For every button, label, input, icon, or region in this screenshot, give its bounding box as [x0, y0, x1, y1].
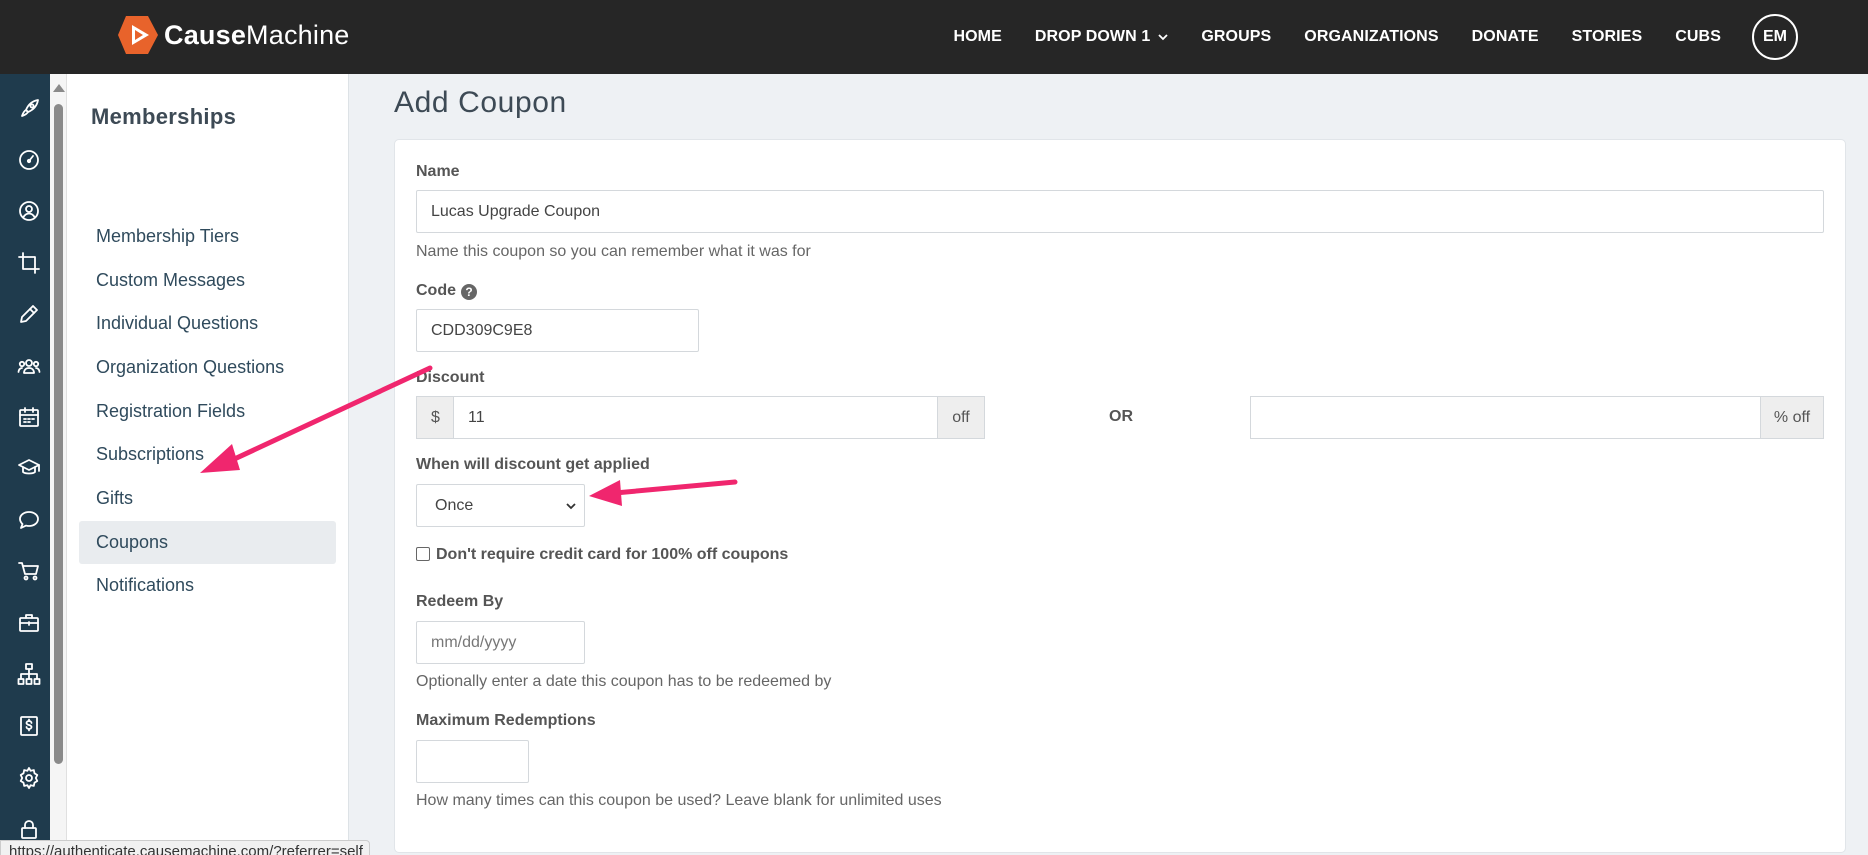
- discount-label: Discount: [416, 369, 485, 386]
- brand-logo[interactable]: CauseMachine: [118, 14, 350, 56]
- max-redemptions-help-text: How many times can this coupon be used? …: [416, 792, 942, 809]
- discount-amount-input[interactable]: 11: [453, 396, 938, 439]
- sidebar-item-subscriptions[interactable]: Subscriptions: [79, 433, 336, 476]
- scroll-up-arrow-icon[interactable]: [53, 84, 65, 92]
- apply-frequency-select[interactable]: Once: [416, 484, 585, 527]
- coupon-form-card: Name Lucas Upgrade Coupon Name this coup…: [394, 139, 1846, 853]
- percent-off-suffix: % off: [1760, 396, 1824, 439]
- redeem-by-date-input[interactable]: mm/dd/yyyy: [416, 621, 585, 664]
- nav-organizations[interactable]: ORGANIZATIONS: [1304, 28, 1438, 46]
- sidebar-item-custom-messages[interactable]: Custom Messages: [79, 259, 336, 302]
- main-nav: HOME DROP DOWN 1 GROUPS ORGANIZATIONS DO…: [953, 0, 1868, 74]
- sidebar-item-gifts[interactable]: Gifts: [79, 477, 336, 520]
- brand-name: CauseMachine: [164, 19, 350, 50]
- nav-stories[interactable]: STORIES: [1572, 28, 1643, 46]
- top-navbar: CauseMachine HOME DROP DOWN 1 GROUPS ORG…: [0, 0, 1868, 74]
- amount-off-suffix: off: [937, 396, 985, 439]
- or-separator: OR: [1109, 408, 1133, 425]
- users-icon[interactable]: [17, 354, 41, 378]
- name-help-text: Name this coupon so you can remember wha…: [416, 243, 811, 260]
- code-label: Code?: [416, 282, 477, 300]
- gear-icon[interactable]: [17, 766, 41, 790]
- sidebar-scrollbar[interactable]: [50, 74, 67, 855]
- nav-home[interactable]: HOME: [953, 28, 1001, 46]
- briefcase-icon[interactable]: [17, 611, 41, 635]
- discount-percent-input[interactable]: [1250, 396, 1761, 439]
- memberships-sidebar: Memberships Membership Tiers Custom Mess…: [67, 74, 349, 855]
- sidebar-item-label: Coupons: [96, 532, 169, 552]
- dashboard-icon[interactable]: [17, 148, 41, 172]
- sidebar-item-label: Membership Tiers: [96, 226, 240, 246]
- name-label: Name: [416, 163, 460, 180]
- lock-icon[interactable]: [17, 817, 41, 841]
- nav-cubs[interactable]: CUBS: [1675, 28, 1721, 46]
- chevron-down-icon: [1158, 34, 1168, 41]
- calendar-icon[interactable]: [17, 405, 41, 429]
- sitemap-icon[interactable]: [17, 662, 41, 686]
- sidebar-item-membership-tiers[interactable]: Membership Tiers: [79, 215, 336, 258]
- max-redemptions-label: Maximum Redemptions: [416, 712, 596, 729]
- rocket-icon[interactable]: [17, 97, 41, 121]
- sidebar-item-organization-questions[interactable]: Organization Questions: [79, 346, 336, 389]
- pencil-icon[interactable]: [17, 302, 41, 326]
- dollar-icon[interactable]: [17, 714, 41, 738]
- sidebar-item-label: Gifts: [96, 488, 134, 508]
- causemachine-logo-icon: [118, 16, 158, 54]
- chevron-down-icon: [566, 503, 576, 510]
- sidebar-item-label: Subscriptions: [96, 444, 205, 464]
- icon-rail: [0, 74, 50, 855]
- dollar-prefix: $: [416, 396, 454, 439]
- crop-icon[interactable]: [17, 251, 41, 275]
- apply-frequency-label: When will discount get applied: [416, 456, 650, 473]
- sidebar-item-individual-questions[interactable]: Individual Questions: [79, 302, 336, 345]
- scrollbar-thumb[interactable]: [54, 104, 63, 764]
- sidebar-item-label: Custom Messages: [96, 270, 246, 290]
- sidebar-item-registration-fields[interactable]: Registration Fields: [79, 390, 336, 433]
- sidebar-item-notifications[interactable]: Notifications: [79, 564, 336, 607]
- cart-icon[interactable]: [17, 559, 41, 583]
- redeem-by-help-text: Optionally enter a date this coupon has …: [416, 673, 832, 690]
- redeem-by-label: Redeem By: [416, 593, 504, 610]
- graduation-cap-icon[interactable]: [17, 456, 41, 480]
- user-avatar[interactable]: EM: [1752, 14, 1798, 60]
- sidebar-item-label: Individual Questions: [96, 313, 259, 333]
- question-circle-icon[interactable]: ?: [461, 284, 477, 300]
- apply-frequency-selected: Once: [435, 496, 474, 514]
- sidebar-item-coupons[interactable]: Coupons: [79, 521, 336, 564]
- status-bar-url: https://authenticate.causemachine.com/?r…: [0, 840, 370, 855]
- code-input[interactable]: CDD309C9E8: [416, 309, 699, 352]
- nav-donate[interactable]: DONATE: [1472, 28, 1539, 46]
- user-circle-icon[interactable]: [17, 199, 41, 223]
- sidebar-item-label: Notifications: [96, 575, 195, 595]
- sidebar-title: Memberships: [91, 104, 237, 129]
- sidebar-item-label: Organization Questions: [96, 357, 285, 377]
- nav-drop-down-1[interactable]: DROP DOWN 1: [1035, 28, 1168, 46]
- no-credit-card-checkbox[interactable]: [416, 547, 430, 561]
- name-input[interactable]: Lucas Upgrade Coupon: [416, 190, 1824, 233]
- nav-groups[interactable]: GROUPS: [1201, 28, 1271, 46]
- sidebar-item-label: Registration Fields: [96, 401, 246, 421]
- chat-icon[interactable]: [17, 508, 41, 532]
- max-redemptions-input[interactable]: [416, 740, 529, 783]
- no-credit-card-label[interactable]: Don't require credit card for 100% off c…: [436, 546, 788, 564]
- page-title: Add Coupon: [394, 86, 567, 119]
